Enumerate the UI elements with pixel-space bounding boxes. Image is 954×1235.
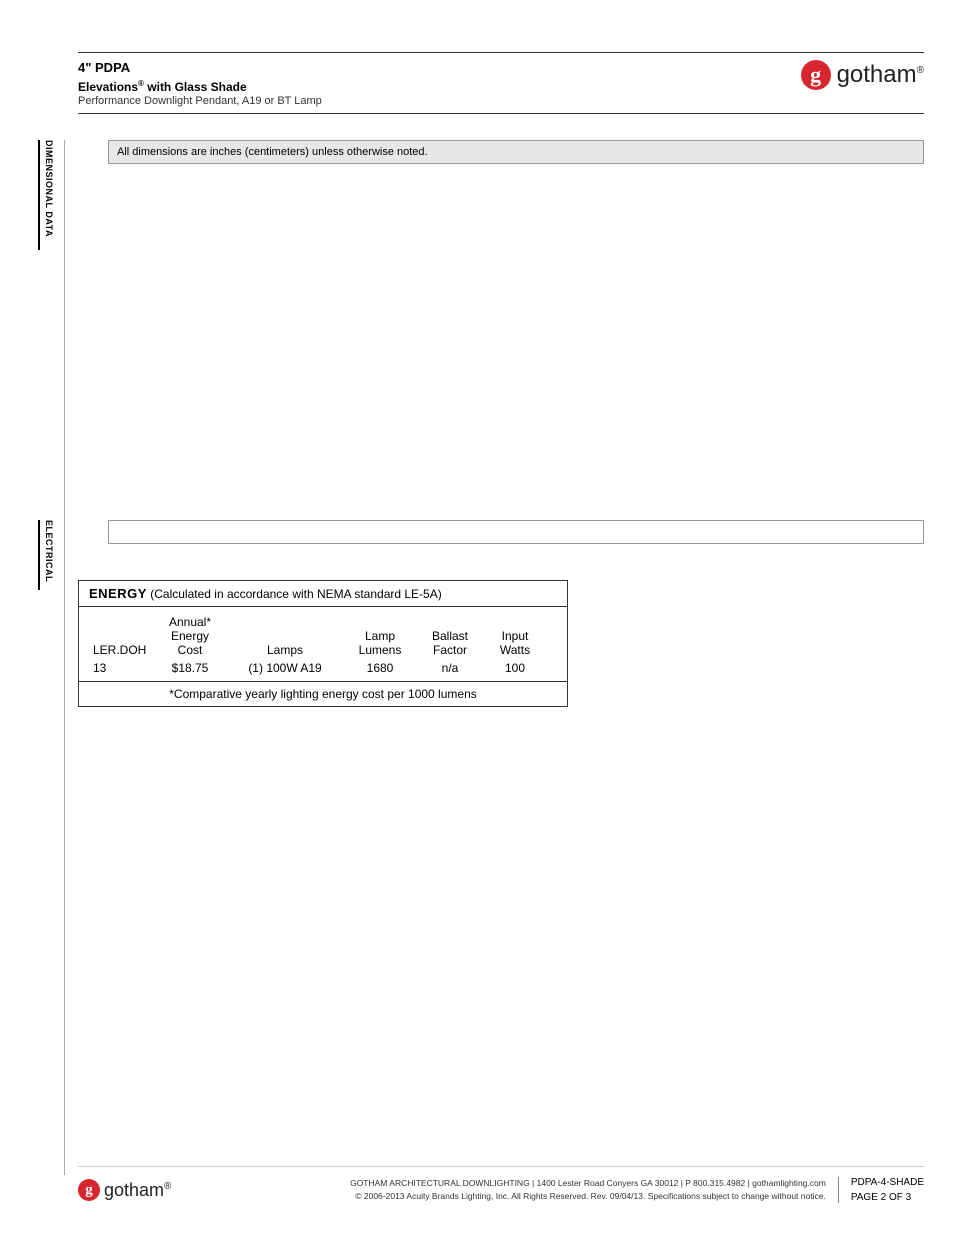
left-margin-rule [64,140,65,1175]
header-rule [78,113,924,114]
product-name: Elevations® with Glass Shade [78,79,322,94]
col-ballast-l1: Ballast [432,629,468,643]
col-lumens-l1: Lamp [365,629,395,643]
cell-lamps: (1) 100W A19 [225,661,345,675]
cell-lumens: 1680 [345,661,415,675]
section-tab-dimensional: DIMENSIONAL DATA [38,140,54,250]
table-data-row: 13 $18.75 (1) 100W A19 1680 n/a 100 [85,661,561,675]
col-ballast-l2: Factor [433,643,467,657]
col-lamps-label: Lamps [267,643,303,657]
brand-name-small-text: gotham [104,1180,164,1200]
brand-logo-footer: g gotham® [78,1179,171,1201]
brand-name-text: gotham [837,61,917,88]
product-name-suffix: with Glass Shade [144,80,247,94]
brand-registered-small: ® [164,1181,171,1192]
col-header-cost: Annual*EnergyCost [155,615,225,657]
col-cost-l3: Cost [178,643,203,657]
footer-right: PDPA-4-SHADE PAGE 2 OF 3 [839,1175,924,1205]
energy-subtitle: (Calculated in accordance with NEMA stan… [147,587,442,601]
brand-logo-header: g gotham® [801,60,924,90]
brand-mark-icon-small: g [78,1179,100,1201]
col-header-ballast: BallastFactor [415,615,485,657]
section-tab-electrical: ELECTRICAL [38,520,54,590]
col-header-lumens: LampLumens [345,615,415,657]
col-lumens-l2: Lumens [359,643,402,657]
footer-center: GOTHAM ARCHITECTURAL DOWNLIGHTING | 1400… [171,1177,838,1203]
brand-mark-icon: g [801,60,831,90]
footer-page-number: PAGE 2 OF 3 [851,1190,924,1205]
page-top-rule [78,52,924,53]
table-header-row: LER.DOH Annual*EnergyCost Lamps LampLume… [85,615,561,657]
footer-address: GOTHAM ARCHITECTURAL DOWNLIGHTING | 1400… [171,1177,825,1190]
energy-title: ENERGY [89,586,147,601]
energy-table: ENERGY (Calculated in accordance with NE… [78,580,568,707]
col-watts-l2: Watts [500,643,530,657]
electrical-section-box [108,520,924,544]
cell-watts: 100 [485,661,545,675]
col-header-watts: InputWatts [485,615,545,657]
col-cost-l2: Energy [171,629,209,643]
energy-table-body: LER.DOH Annual*EnergyCost Lamps LampLume… [78,607,568,681]
product-name-prefix: Elevations [78,80,138,94]
product-description: Performance Downlight Pendant, A19 or BT… [78,95,322,107]
cell-cost: $18.75 [155,661,225,675]
footer-copyright: © 2006-2013 Acuity Brands Lighting, Inc.… [171,1190,825,1203]
brand-name: gotham® [837,61,924,89]
col-header-lamps: Lamps [225,615,345,657]
dimensional-note-box: All dimensions are inches (centimeters) … [108,140,924,164]
document-header: 4" PDPA Elevations® with Glass Shade Per… [78,60,322,107]
energy-footnote: *Comparative yearly lighting energy cost… [78,681,568,707]
footer-doc-code: PDPA-4-SHADE [851,1175,924,1190]
cell-ballast: n/a [415,661,485,675]
col-watts-l1: Input [502,629,529,643]
col-ler-label: LER.DOH [93,643,146,657]
energy-table-header: ENERGY (Calculated in accordance with NE… [78,580,568,607]
col-header-ler: LER.DOH [85,615,155,657]
brand-registered: ® [917,65,924,76]
col-cost-l1: Annual* [169,615,211,629]
brand-name-small: gotham® [104,1180,171,1201]
page-footer: g gotham® GOTHAM ARCHITECTURAL DOWNLIGHT… [78,1166,924,1205]
dimensional-note: All dimensions are inches (centimeters) … [117,146,428,158]
cell-ler: 13 [85,661,155,675]
product-code: 4" PDPA [78,60,322,75]
